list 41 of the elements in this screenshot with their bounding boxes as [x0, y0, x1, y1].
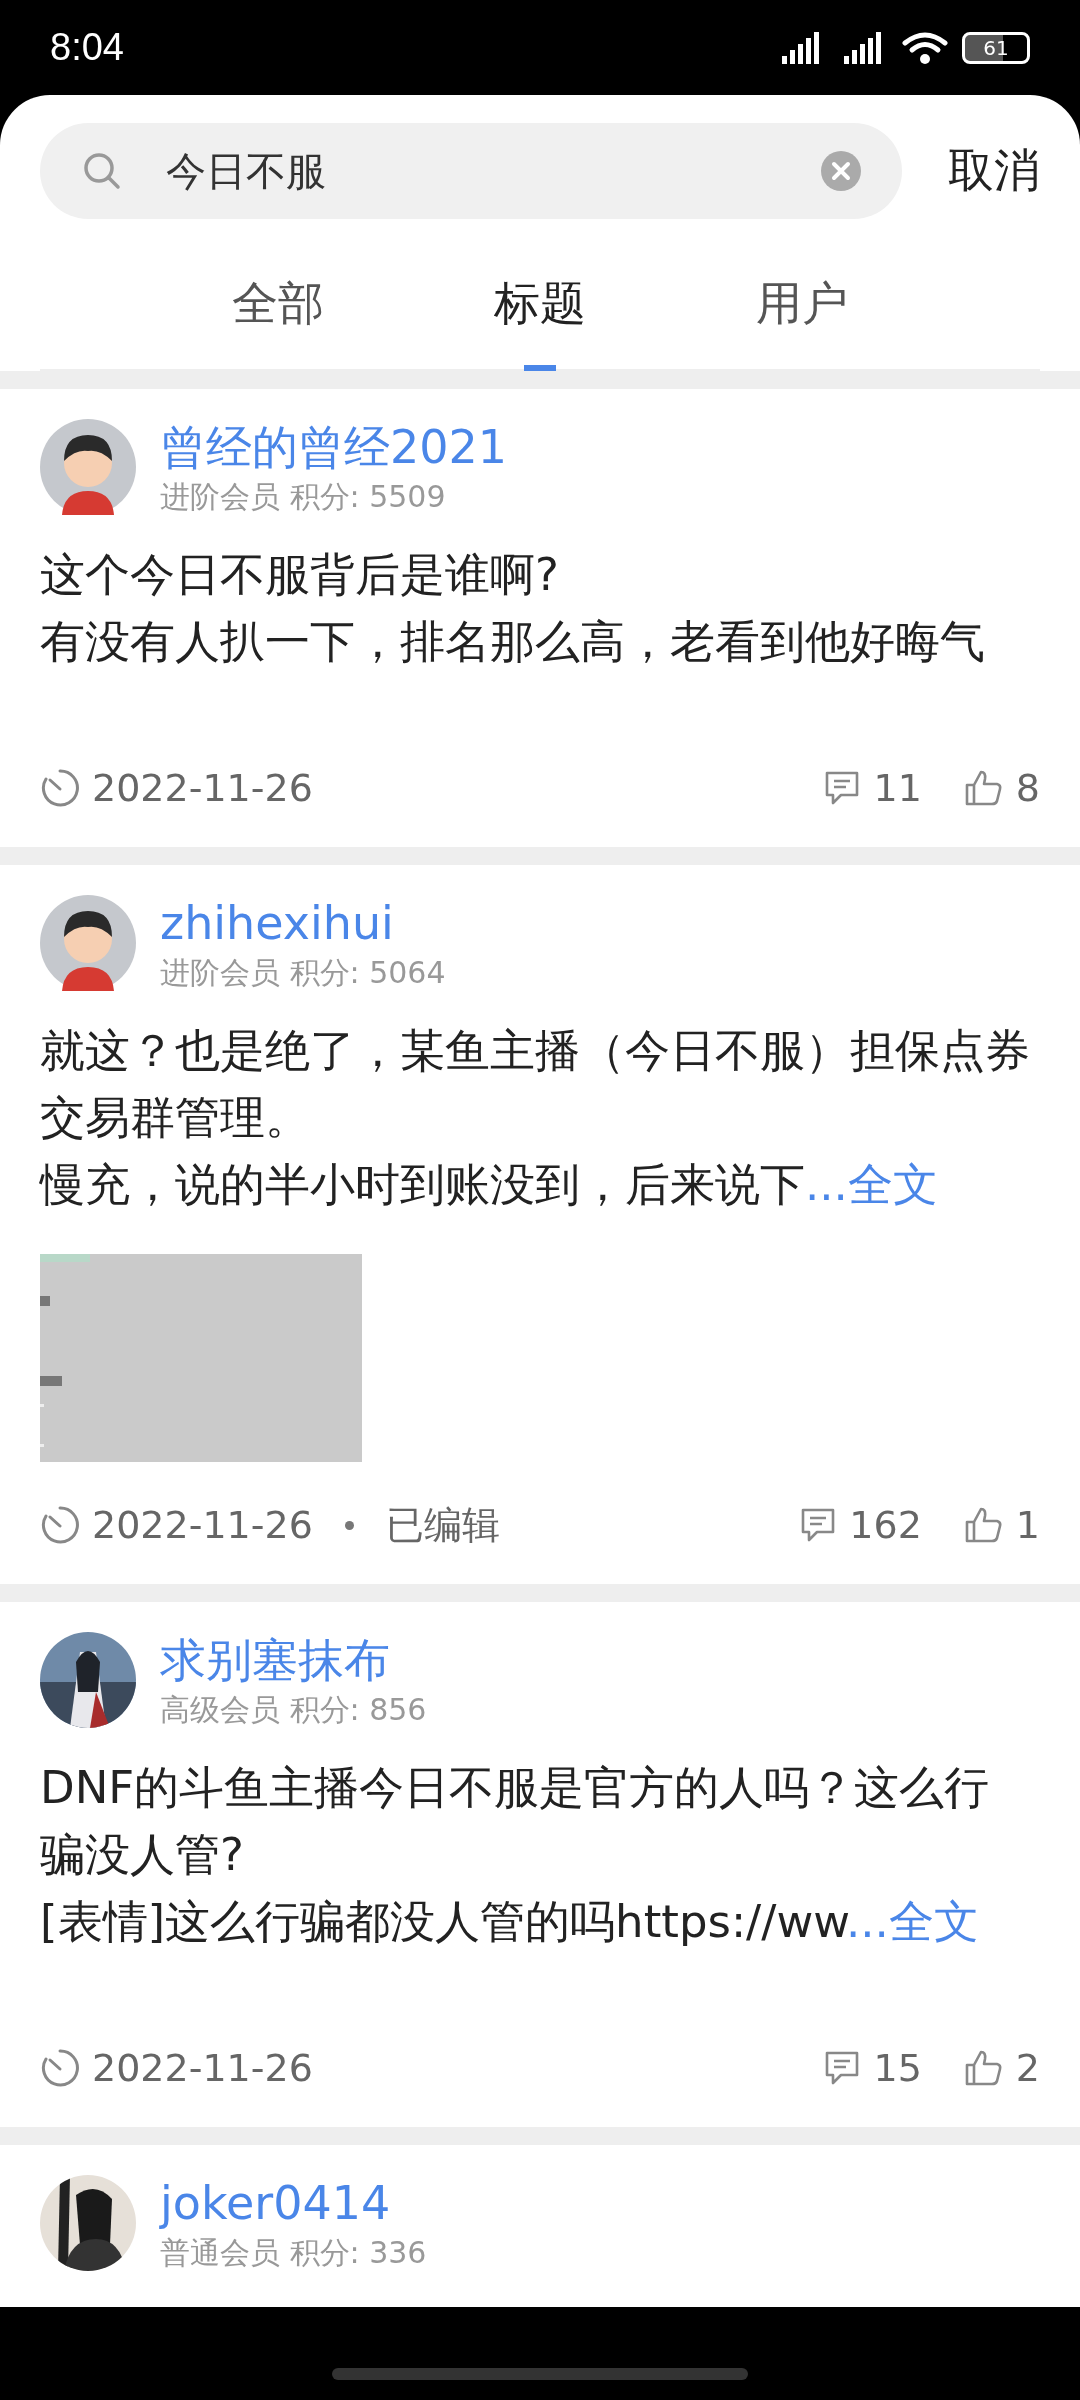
clock-icon [40, 1505, 80, 1545]
search-icon [82, 151, 122, 191]
username-link[interactable]: 曾经的曾经2021 [160, 417, 508, 477]
post-text[interactable]: 这个今日不服背后是谁啊? 有没有人扒一下，排名那么高，老看到他好晦气 [40, 541, 1030, 675]
edited-label: 已编辑 [385, 1501, 500, 1549]
wifi-icon [902, 30, 948, 65]
post-date: 2022-11-26 [92, 1503, 313, 1547]
like-count: 1 [1015, 1503, 1040, 1547]
clock-icon [40, 768, 80, 808]
thumbs-up-icon[interactable] [963, 1506, 1004, 1544]
username-link[interactable]: 求别塞抹布 [160, 1630, 427, 1690]
member-info: 普通会员 积分: 336 [160, 2234, 427, 2272]
status-time: 8:04 [50, 26, 124, 69]
post-text[interactable]: 就这？也是绝了，某鱼主播（今日不服）担保点券交易群管理。 慢充，说的半小时到账没到，后来说下...全文 [40, 1017, 1030, 1218]
search-field[interactable]: 今日不服 [40, 123, 902, 219]
username-link[interactable]: zhihexihui [160, 893, 446, 953]
comment-count: 162 [849, 1503, 922, 1547]
clear-icon[interactable] [820, 150, 862, 192]
thumbs-up-icon[interactable] [963, 2049, 1004, 2087]
member-info: 进阶会员 积分: 5509 [160, 478, 447, 516]
tab[interactable]: 全部 [232, 273, 324, 371]
post-date: 2022-11-26 [92, 2046, 313, 2090]
member-info: 进阶会员 积分: 5064 [160, 954, 446, 992]
like-count: 8 [1015, 766, 1040, 810]
tab[interactable]: 标题 [494, 273, 586, 371]
like-count: 2 [1015, 2046, 1040, 2090]
post-text[interactable]: DNF的斗鱼主播今日不服是官方的人吗？这么行骗没人管? [表情]这么行骗都没人管的吗https://ww...全文 [40, 1754, 1030, 1955]
battery-icon: 61 [962, 31, 1030, 64]
tab[interactable]: 用户 [756, 273, 848, 371]
comment-count: 11 [873, 766, 922, 810]
comment-count: 15 [873, 2046, 922, 2090]
post-date: 2022-11-26 [92, 766, 313, 810]
clock-icon [40, 2048, 80, 2088]
thumbs-up-icon[interactable] [963, 769, 1004, 807]
username-link[interactable]: joker0414 [160, 2173, 427, 2233]
separator-dot [344, 1520, 354, 1530]
avatar-icon[interactable] [40, 895, 136, 991]
full-text-link[interactable]: ...全文 [805, 1158, 938, 1211]
avatar-icon[interactable] [40, 419, 136, 515]
member-info: 高级会员 积分: 856 [160, 1691, 427, 1729]
cancel-button[interactable]: 取消 [948, 140, 1040, 202]
